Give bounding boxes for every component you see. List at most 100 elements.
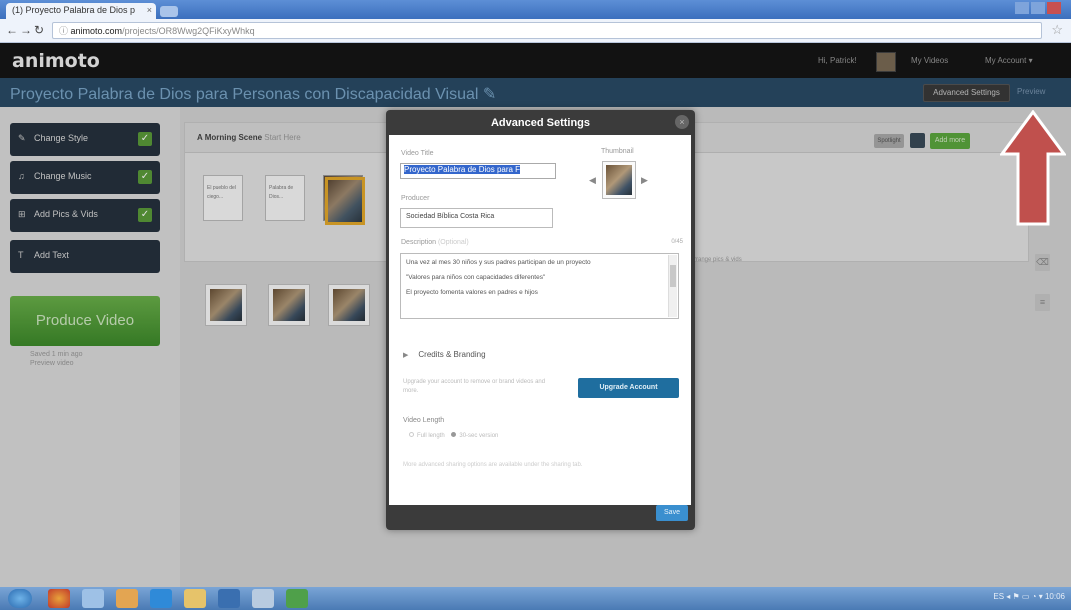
start-button[interactable]	[8, 589, 32, 608]
radio-short-version[interactable]	[451, 432, 457, 437]
video-length-label: Video Length	[403, 417, 445, 424]
description-scrollbar[interactable]	[668, 255, 677, 317]
sidebar-item-change-style[interactable]: ✎ Change Style ✓	[10, 123, 160, 156]
add-more-button[interactable]: Add more	[930, 133, 970, 149]
browser-tab-bar: (1) Proyecto Palabra de Dios p ×	[0, 0, 1071, 19]
window-controls	[1013, 2, 1063, 16]
url-input[interactable]: ⓘ animoto.com/projects/OR8Wwg2QFiKxyWhkq	[52, 22, 1042, 39]
char-count: 0/45	[671, 239, 683, 245]
scene-title-text: A Morning Scene	[197, 133, 263, 142]
sidebar: ✎ Change Style ✓ ♫ Change Music ✓ ⊞ Add Pic…	[0, 107, 180, 587]
photo-slide-selected[interactable]	[325, 177, 365, 225]
greeting-link[interactable]: Hi, Patrick!	[818, 56, 857, 65]
video-title-value: Proyecto Palabra de Dios para F	[404, 165, 521, 174]
media-thumbnail[interactable]	[328, 284, 370, 326]
word-icon[interactable]	[218, 589, 240, 608]
check-icon: ✓	[138, 208, 152, 222]
explorer-icon[interactable]	[82, 589, 104, 608]
url-path: /projects/OR8Wwg2QFiKxyWhkq	[122, 26, 255, 36]
red-arrow-annotation	[1000, 110, 1066, 226]
description-label: Description (Optional)	[401, 239, 469, 246]
description-line: Una vez al mes 30 niños y sus padres par…	[406, 259, 591, 266]
grid-view-icon[interactable]	[910, 133, 925, 148]
skype-icon[interactable]	[150, 589, 172, 608]
music-icon: ♫	[18, 171, 25, 181]
sharing-note: More advanced sharing options are availa…	[403, 462, 583, 468]
browser-tab[interactable]: (1) Proyecto Palabra de Dios p ×	[6, 3, 156, 19]
new-tab-button[interactable]	[160, 6, 178, 17]
chrome-icon[interactable]	[48, 589, 70, 608]
description-label-text: Description	[401, 239, 437, 246]
produce-video-button[interactable]: Produce Video	[10, 296, 160, 346]
spotlight-button[interactable]: Spotlight	[874, 134, 904, 148]
avatar[interactable]	[876, 52, 896, 72]
producer-field[interactable]: Sociedad Bíblica Costa Rica	[400, 208, 553, 228]
modal-body: Video Title Proyecto Palabra de Dios par…	[389, 135, 691, 505]
check-icon: ✓	[138, 170, 152, 184]
animoto-logo[interactable]: animoto	[12, 50, 100, 72]
app-header: animoto Hi, Patrick! My Videos My Accoun…	[0, 43, 1071, 78]
my-videos-link[interactable]: My Videos	[911, 56, 948, 65]
text-slide[interactable]: El pueblo del ciego...	[203, 175, 243, 221]
upgrade-account-button[interactable]: Upgrade Account	[578, 378, 679, 398]
description-line: "Valores para niños con capacidades dife…	[406, 274, 546, 281]
upgrade-note: Upgrade your account to remove or brand …	[403, 379, 546, 394]
chevron-left-icon[interactable]: ◀	[589, 175, 596, 186]
sidebar-item-add-pics[interactable]: ⊞ Add Pics & Vids ✓	[10, 199, 160, 232]
credits-label: Credits & Branding	[418, 350, 486, 359]
sidebar-item-label: Add Pics & Vids	[34, 209, 98, 219]
chevron-right-icon[interactable]: ▶	[641, 175, 648, 186]
text-slide[interactable]: Palabra de Dios...	[265, 175, 305, 221]
folder-icon[interactable]	[184, 589, 206, 608]
description-line: El proyecto fomenta valores en padres e …	[406, 289, 538, 296]
info-icon: ⓘ	[59, 26, 69, 36]
arrow-shape	[1000, 110, 1066, 226]
sidebar-item-label: Add Text	[34, 250, 69, 260]
scene-title: A Morning Scene Start Here	[197, 133, 301, 142]
preview-note: Preview video	[30, 360, 74, 367]
project-bar: Proyecto Palabra de Dios para Personas c…	[0, 78, 1071, 107]
description-textarea[interactable]: Una vez al mes 30 niños y sus padres par…	[400, 253, 679, 319]
excel-icon[interactable]	[286, 589, 308, 608]
paint-icon[interactable]	[252, 589, 274, 608]
thumbnail-picker[interactable]	[602, 161, 636, 199]
trash-icon[interactable]: ⌫	[1035, 254, 1050, 271]
media-icon[interactable]	[116, 589, 138, 608]
chevron-right-icon: ▶	[403, 352, 409, 359]
credits-branding-toggle[interactable]: ▶ Credits & Branding	[403, 350, 486, 359]
save-status: Saved 1 min ago	[30, 351, 83, 358]
advanced-settings-button[interactable]: Advanced Settings	[923, 84, 1010, 102]
pencil-icon: ✎	[18, 133, 26, 143]
media-thumbnail[interactable]	[205, 284, 247, 326]
project-title[interactable]: Proyecto Palabra de Dios para Personas c…	[10, 84, 496, 104]
reload-icon[interactable]: ↻	[34, 23, 44, 37]
advanced-settings-modal: Advanced Settings × Video Title Proyecto…	[386, 110, 695, 530]
sidebar-item-add-text[interactable]: T Add Text	[10, 240, 160, 273]
radio-full-length[interactable]	[409, 432, 414, 437]
address-bar: ← → ↻ ⓘ animoto.com/projects/OR8Wwg2QFiK…	[0, 19, 1071, 43]
save-button[interactable]: Save	[656, 505, 688, 521]
close-icon[interactable]: ×	[675, 115, 689, 129]
tab-close-icon[interactable]: ×	[147, 5, 152, 15]
preview-link[interactable]: Preview	[1017, 87, 1045, 96]
close-window-icon[interactable]	[1047, 2, 1061, 14]
back-icon[interactable]: ←	[6, 23, 18, 37]
radio-label: Full length	[417, 433, 445, 439]
sidebar-item-change-music[interactable]: ♫ Change Music ✓	[10, 161, 160, 194]
media-thumbnail[interactable]	[268, 284, 310, 326]
maximize-icon[interactable]	[1031, 2, 1045, 14]
my-account-menu[interactable]: My Account ▾	[985, 56, 1033, 65]
video-title-label: Video Title	[401, 150, 434, 157]
producer-label: Producer	[401, 195, 430, 202]
list-icon[interactable]: ≡	[1035, 294, 1050, 311]
scene-subtitle: Start Here	[264, 133, 301, 142]
sidebar-item-label: Change Style	[34, 133, 89, 143]
minimize-icon[interactable]	[1015, 2, 1029, 14]
tab-title: (1) Proyecto Palabra de Dios p	[12, 5, 136, 15]
description-hint: (Optional)	[437, 239, 469, 246]
forward-icon[interactable]: →	[20, 23, 32, 37]
image-icon: ⊞	[18, 209, 26, 219]
video-title-field[interactable]: Proyecto Palabra de Dios para F	[400, 163, 556, 179]
text-icon: T	[18, 250, 24, 260]
bookmark-star-icon[interactable]: ☆	[1051, 22, 1063, 38]
